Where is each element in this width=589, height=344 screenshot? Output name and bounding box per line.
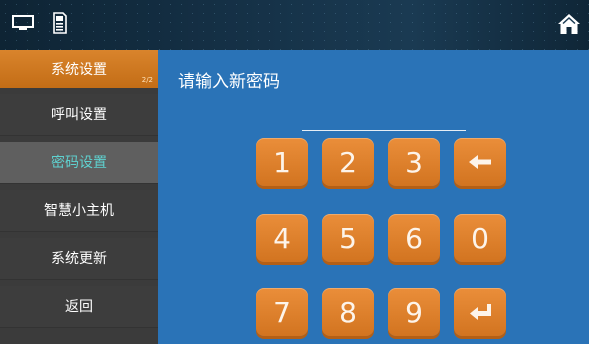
top-status-bar: [0, 0, 589, 50]
enter-button[interactable]: [454, 288, 506, 336]
page-indicator: 2/2: [141, 76, 153, 84]
sidebar-item-password-settings[interactable]: 密码设置: [0, 141, 158, 184]
topbar-texture: [0, 0, 589, 50]
key-2[interactable]: 2: [322, 138, 374, 186]
key-4[interactable]: 4: [256, 214, 308, 262]
key-9[interactable]: 9: [388, 288, 440, 336]
sd-card-icon[interactable]: [52, 12, 67, 34]
sidebar-item-label: 返回: [65, 299, 93, 316]
sidebar-item-label: 密码设置: [51, 155, 107, 172]
enter-return-icon: [470, 304, 491, 320]
backspace-arrow-icon: [469, 155, 491, 169]
screen: 系统设置 2/2 呼叫设置 密码设置 智慧小主机 系统更新 返回 请输入新密码 …: [0, 0, 589, 344]
sidebar-item-label: 呼叫设置: [51, 107, 107, 124]
backspace-button[interactable]: [454, 138, 506, 186]
password-entry-panel: 请输入新密码 1 2 3 4 5 6 0 7 8 9: [158, 50, 589, 344]
password-input-underline[interactable]: [302, 130, 466, 131]
key-1[interactable]: 1: [256, 138, 308, 186]
key-6[interactable]: 6: [388, 214, 440, 262]
sidebar-item-smart-host[interactable]: 智慧小主机: [0, 189, 158, 232]
key-0[interactable]: 0: [454, 214, 506, 262]
sidebar-header-label: 系统设置: [51, 62, 107, 78]
key-3[interactable]: 3: [388, 138, 440, 186]
sidebar-header: 系统设置 2/2: [0, 50, 158, 88]
sidebar-item-system-update[interactable]: 系统更新: [0, 237, 158, 280]
sidebar-item-back[interactable]: 返回: [0, 285, 158, 328]
sidebar-item-call-settings[interactable]: 呼叫设置: [0, 93, 158, 136]
sidebar-item-label: 系统更新: [51, 251, 107, 268]
sidebar-item-label: 智慧小主机: [44, 203, 114, 220]
key-7[interactable]: 7: [256, 288, 308, 336]
key-5[interactable]: 5: [322, 214, 374, 262]
page-title: 请输入新密码: [178, 72, 280, 92]
home-icon[interactable]: [557, 13, 581, 35]
monitor-icon[interactable]: [12, 15, 34, 31]
sidebar-menu: 系统设置 2/2 呼叫设置 密码设置 智慧小主机 系统更新 返回: [0, 50, 158, 344]
key-8[interactable]: 8: [322, 288, 374, 336]
